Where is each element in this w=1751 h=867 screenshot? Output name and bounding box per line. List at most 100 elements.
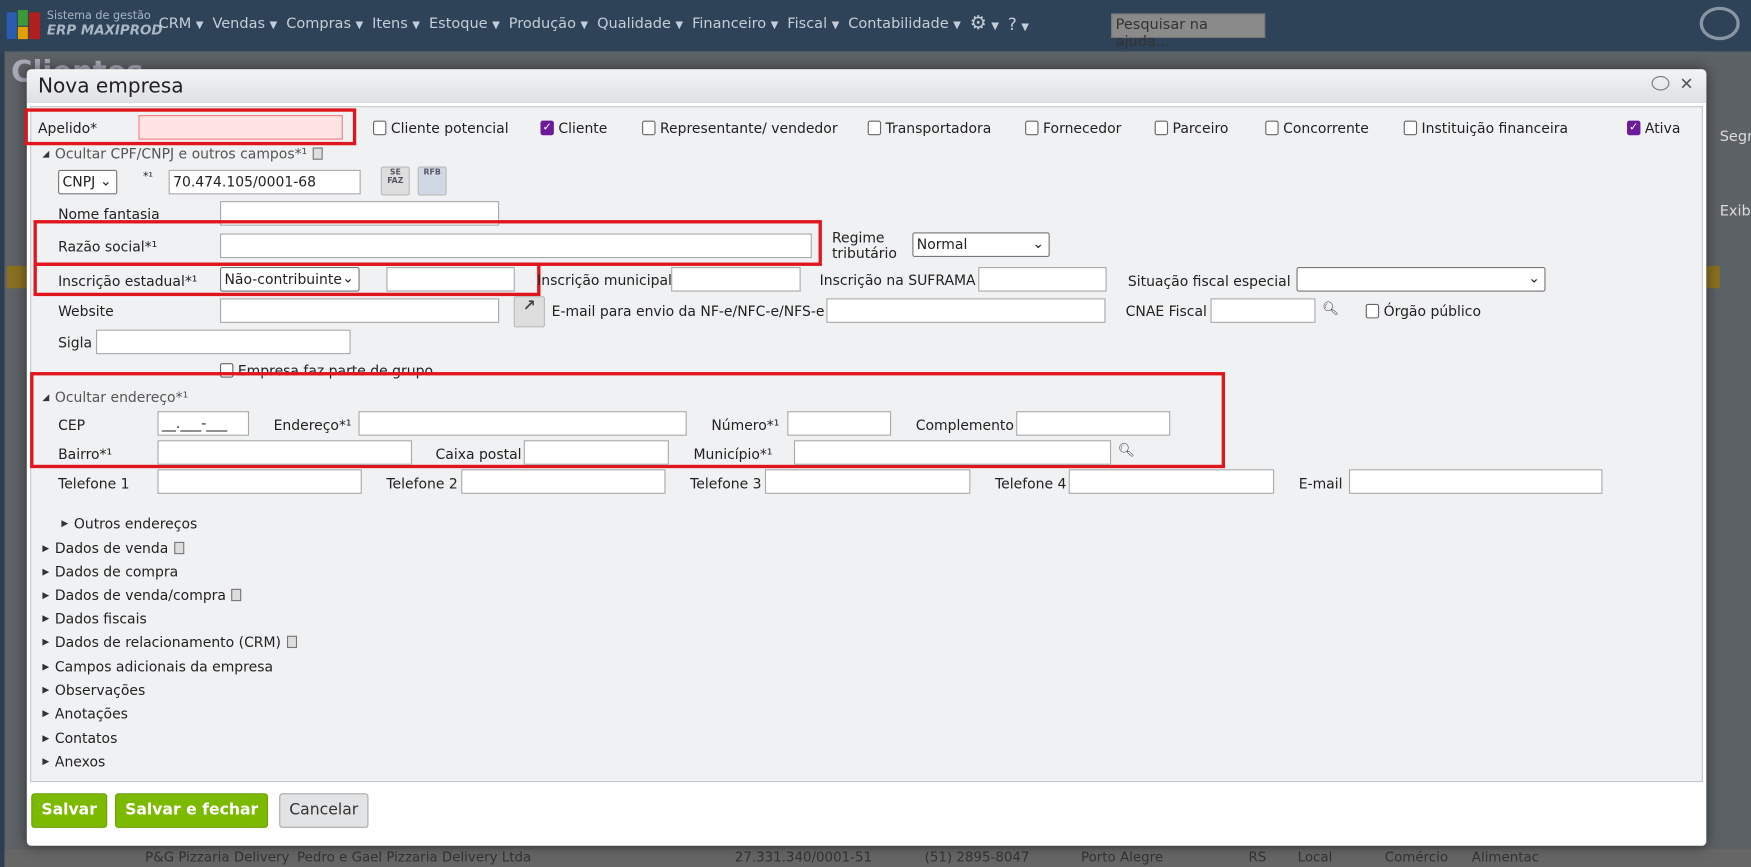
municipio-input[interactable] — [793, 440, 1112, 465]
regime-label: Regime tributário — [831, 229, 897, 262]
section-anexos[interactable]: ▶ Anexos — [42, 753, 105, 770]
toggle-endereco-section[interactable]: ◢ Ocultar endereço*¹ — [42, 389, 188, 406]
company-form: Apelido* Cliente potencial ✓ Cliente Repr… — [0, 0, 1751, 867]
bairro-label: Bairro*¹ — [58, 445, 113, 463]
telefone2-input[interactable] — [461, 469, 666, 494]
caixa-postal-label: Caixa postal — [435, 445, 522, 463]
suframa-input[interactable] — [978, 267, 1107, 292]
search-icon[interactable]: 🔍︎ — [1322, 301, 1339, 317]
bairro-input[interactable] — [157, 440, 413, 465]
chevron-down-icon: ⌄ — [1528, 269, 1540, 287]
section-contatos[interactable]: ▶ Contatos — [42, 730, 117, 747]
cep-input[interactable]: __.___-___ — [157, 411, 250, 436]
highlight-box — [33, 262, 541, 297]
section-label: Outros endereços — [73, 515, 198, 532]
toggle-cpf-cnpj-section[interactable]: ◢ Ocultar CPF/CNPJ e outros campos*¹ — [42, 145, 323, 163]
section-label: Dados de relacionamento (CRM) — [54, 633, 282, 651]
checkbox-ativa[interactable]: ✓ Ativa — [1627, 119, 1681, 137]
cep-label: CEP — [58, 416, 86, 434]
collapse-triangle-icon: ◢ — [42, 148, 50, 159]
checkbox-label: Ativa — [1644, 119, 1681, 137]
section-observacoes[interactable]: ▶ Observações — [42, 682, 145, 699]
checkbox-representante[interactable]: Representante/ vendedor — [642, 120, 838, 136]
checkbox-transportadora[interactable]: Transportadora — [867, 119, 992, 137]
email-nf-label: E-mail para envio da NF-e/NFC-e/NFS-e — [551, 302, 825, 320]
cnae-label: CNAE Fiscal — [1125, 302, 1207, 320]
email-input[interactable] — [1348, 469, 1603, 494]
endereco-input[interactable] — [358, 411, 687, 436]
checkbox-cliente-potencial[interactable]: Cliente potencial — [372, 120, 509, 136]
save-and-close-button[interactable]: Salvar e fechar — [115, 793, 269, 828]
checkbox-parceiro[interactable]: Parceiro — [1154, 120, 1228, 136]
section-dados-compra[interactable]: ▶ Dados de compra — [42, 563, 178, 580]
section-dados-crm[interactable]: ▶ Dados de relacionamento (CRM) — [42, 633, 297, 651]
rfb-lookup-button[interactable]: RFB — [417, 166, 447, 196]
complemento-label: Complemento — [915, 416, 1014, 434]
cancel-button[interactable]: Cancelar — [279, 793, 369, 828]
telefone4-label: Telefone 4 — [994, 474, 1067, 492]
save-button[interactable]: Salvar — [31, 793, 107, 828]
checkbox-label: Concorrente — [1283, 119, 1369, 137]
numero-label: Número*¹ — [711, 416, 780, 434]
checkbox-orgao-publico[interactable]: Órgão público — [1365, 302, 1482, 320]
section-dados-fiscais[interactable]: ▶ Dados fiscais — [42, 610, 146, 627]
collapse-triangle-icon: ◢ — [42, 392, 50, 403]
suframa-label: Inscrição na SUFRAMA — [819, 271, 976, 289]
highlight-box — [33, 220, 822, 266]
checkbox-cliente[interactable]: ✓ Cliente — [540, 120, 607, 136]
section-dados-venda[interactable]: ▶ Dados de venda — [42, 540, 184, 556]
section-label: Dados de compra — [54, 563, 179, 580]
inscricao-municipal-label: Inscrição municipal — [537, 271, 672, 289]
website-label: Website — [58, 302, 114, 320]
section-label: Contatos — [54, 729, 118, 747]
document-icon — [231, 588, 242, 602]
regime-tributario-select[interactable]: Normal ⌄ — [912, 232, 1050, 257]
section-label: Dados fiscais — [54, 610, 147, 627]
numero-input[interactable] — [787, 411, 892, 436]
municipio-label: Município*¹ — [693, 445, 773, 463]
expand-triangle-icon: ▶ — [42, 613, 50, 624]
button-label: SE FAZ — [387, 167, 404, 186]
sigla-input[interactable] — [96, 329, 351, 355]
inscricao-municipal-input[interactable] — [671, 267, 801, 292]
section-anotacoes[interactable]: ▶ Anotações — [42, 705, 127, 722]
section-label: Ocultar CPF/CNPJ e outros campos*¹ — [54, 145, 308, 163]
situacao-fiscal-label: Situação fiscal especial — [1127, 272, 1291, 290]
expand-triangle-icon: ▶ — [42, 589, 50, 600]
document-icon — [312, 147, 323, 160]
checkbox-label: Instituição financeira — [1421, 119, 1569, 137]
cnae-input[interactable] — [1210, 298, 1316, 323]
section-label: Observações — [54, 681, 146, 699]
expand-triangle-icon: ▶ — [42, 566, 50, 577]
sefaz-lookup-button[interactable]: SE FAZ — [380, 166, 410, 196]
telefone1-input[interactable] — [157, 469, 362, 494]
expand-triangle-icon: ▶ — [42, 543, 50, 554]
telefone3-input[interactable] — [764, 469, 971, 494]
caixa-postal-input[interactable] — [523, 440, 669, 465]
section-dados-venda-compra[interactable]: ▶ Dados de venda/compra — [42, 587, 242, 603]
telefone4-input[interactable] — [1068, 469, 1275, 494]
checkbox-instituicao-financeira[interactable]: Instituição financeira — [1403, 119, 1569, 137]
email-nf-input[interactable] — [826, 298, 1106, 323]
open-link-icon[interactable]: ↗ — [513, 296, 545, 328]
document-type-select[interactable]: CNPJ ⌄ — [58, 169, 118, 195]
checkbox-fornecedor[interactable]: Fornecedor — [1025, 119, 1122, 137]
section-campos-adicionais[interactable]: ▶ Campos adicionais da empresa — [42, 658, 273, 675]
checkbox-label: Órgão público — [1383, 302, 1482, 320]
toggle-outros-enderecos[interactable]: ▶ Outros endereços — [61, 515, 197, 532]
expand-triangle-icon: ▶ — [42, 708, 50, 719]
expand-triangle-icon: ▶ — [42, 661, 50, 672]
expand-triangle-icon: ▶ — [42, 756, 50, 767]
expand-triangle-icon: ▶ — [61, 518, 69, 529]
button-label: RFB — [423, 167, 441, 177]
telefone1-label: Telefone 1 — [58, 474, 130, 492]
search-icon[interactable]: 🔍︎ — [1118, 442, 1135, 458]
section-label: Campos adicionais da empresa — [54, 658, 274, 675]
cnpj-input[interactable]: 70.474.105/0001-68 — [168, 169, 361, 195]
situacao-fiscal-select[interactable]: ⌄ — [1296, 267, 1546, 292]
checkbox-concorrente[interactable]: Concorrente — [1265, 119, 1369, 137]
checkbox-label: Fornecedor — [1042, 119, 1122, 137]
checkbox-label: Transportadora — [885, 119, 992, 137]
website-input[interactable] — [219, 298, 500, 323]
complemento-input[interactable] — [1016, 411, 1171, 436]
